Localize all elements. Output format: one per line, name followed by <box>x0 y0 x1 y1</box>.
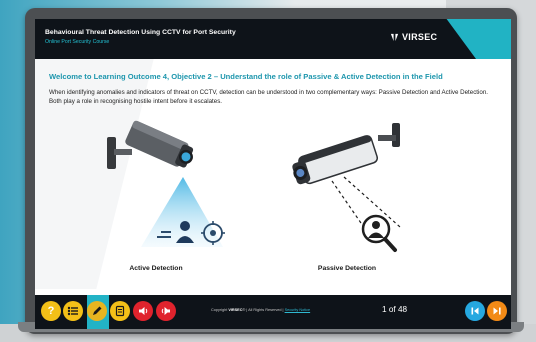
page-of: of <box>388 305 396 314</box>
course-title: Behavioural Threat Detection Using CCTV … <box>45 29 236 36</box>
course-subtitle: Online Port Security Course <box>45 39 110 45</box>
first-page-button[interactable] <box>465 301 485 321</box>
active-detection-illustration <box>107 120 225 247</box>
copyright-brand: VIRSEC <box>228 308 243 312</box>
pencil-button[interactable] <box>87 301 107 321</box>
audio-next-button[interactable] <box>156 301 176 321</box>
next-page-button[interactable] <box>487 301 507 321</box>
first-page-icon <box>471 307 479 315</box>
help-icon: ? <box>47 305 55 317</box>
pencil-icon <box>93 306 102 315</box>
audio-next-icon <box>161 307 170 315</box>
passive-detection-illustration <box>292 123 401 252</box>
brand-logo: VIRSEC <box>390 32 437 42</box>
audio-prev-icon <box>139 307 148 315</box>
security-notice-link[interactable]: Security Notice <box>285 308 311 312</box>
menu-button[interactable] <box>63 301 83 321</box>
page-current: 1 <box>382 305 387 314</box>
page-total: 48 <box>397 305 408 314</box>
copyright-mid: ® | All Rights Reserved | <box>242 308 285 312</box>
copyright-prefix: Copyright <box>211 308 229 312</box>
notes-icon <box>115 305 125 317</box>
virsec-shield-icon <box>390 33 399 41</box>
page-indicator: 1 of 48 <box>382 305 407 314</box>
next-page-icon <box>493 307 501 315</box>
course-screen: Behavioural Threat Detection Using CCTV … <box>35 19 511 329</box>
copyright-text: Copyright VIRSEC® | All Rights Reserved … <box>211 308 310 312</box>
brand-name: VIRSEC <box>402 32 438 42</box>
page-title: Welcome to Learning Outcome 4, Objective… <box>49 72 443 81</box>
help-button[interactable]: ? <box>41 301 61 321</box>
course-header: Behavioural Threat Detection Using CCTV … <box>35 19 511 59</box>
passive-detection-label: Passive Detection <box>317 265 377 272</box>
audio-prev-button[interactable] <box>133 301 153 321</box>
menu-list-icon <box>67 306 78 316</box>
course-footer: ? Copyright VIRSEC® | All Rights Reserve… <box>35 295 511 329</box>
intro-paragraph: When identifying anomalies and indicator… <box>49 89 488 106</box>
active-detection-label: Active Detection <box>129 265 183 272</box>
notes-button[interactable] <box>110 301 130 321</box>
